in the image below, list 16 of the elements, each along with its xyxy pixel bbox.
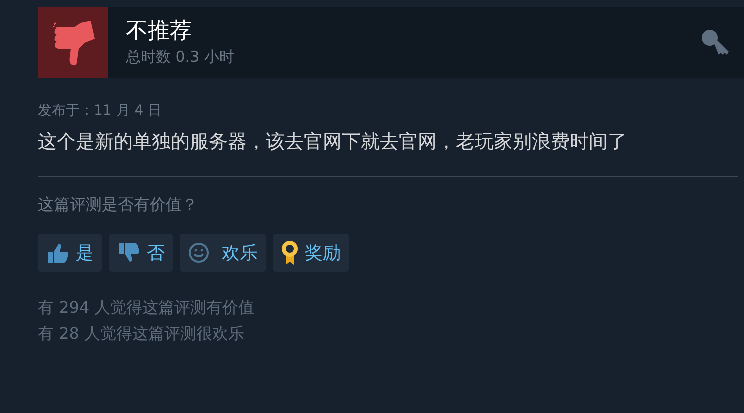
thumbs-up-icon [46,241,70,265]
playtime-text: 总时数 0.3 小时 [126,46,236,68]
vote-button[interactable]: 否 [109,234,173,272]
helpful-question: 这篇评测是否有价值？ [38,195,199,216]
key-icon [700,28,730,58]
posted-date: 发布于：11 月 4 日 [38,102,164,120]
vote-button[interactable]: 是 [38,234,102,272]
award-button[interactable]: 奖励 [273,234,349,272]
verdict-title: 不推荐 [126,18,193,46]
award-icon [281,240,299,266]
vote-button[interactable]: 欢乐 [180,234,266,272]
thumbs-down-icon [117,241,141,265]
smiley-icon [188,242,210,264]
vote-count-text: 有 28 人觉得这篇评测很欢乐 [38,323,246,345]
review-text: 这个是新的单独的服务器，该去官网下就去官网，老玩家别浪费时间了 [38,130,628,155]
vote-count-text: 有 294 人觉得这篇评测有价值 [38,297,256,319]
